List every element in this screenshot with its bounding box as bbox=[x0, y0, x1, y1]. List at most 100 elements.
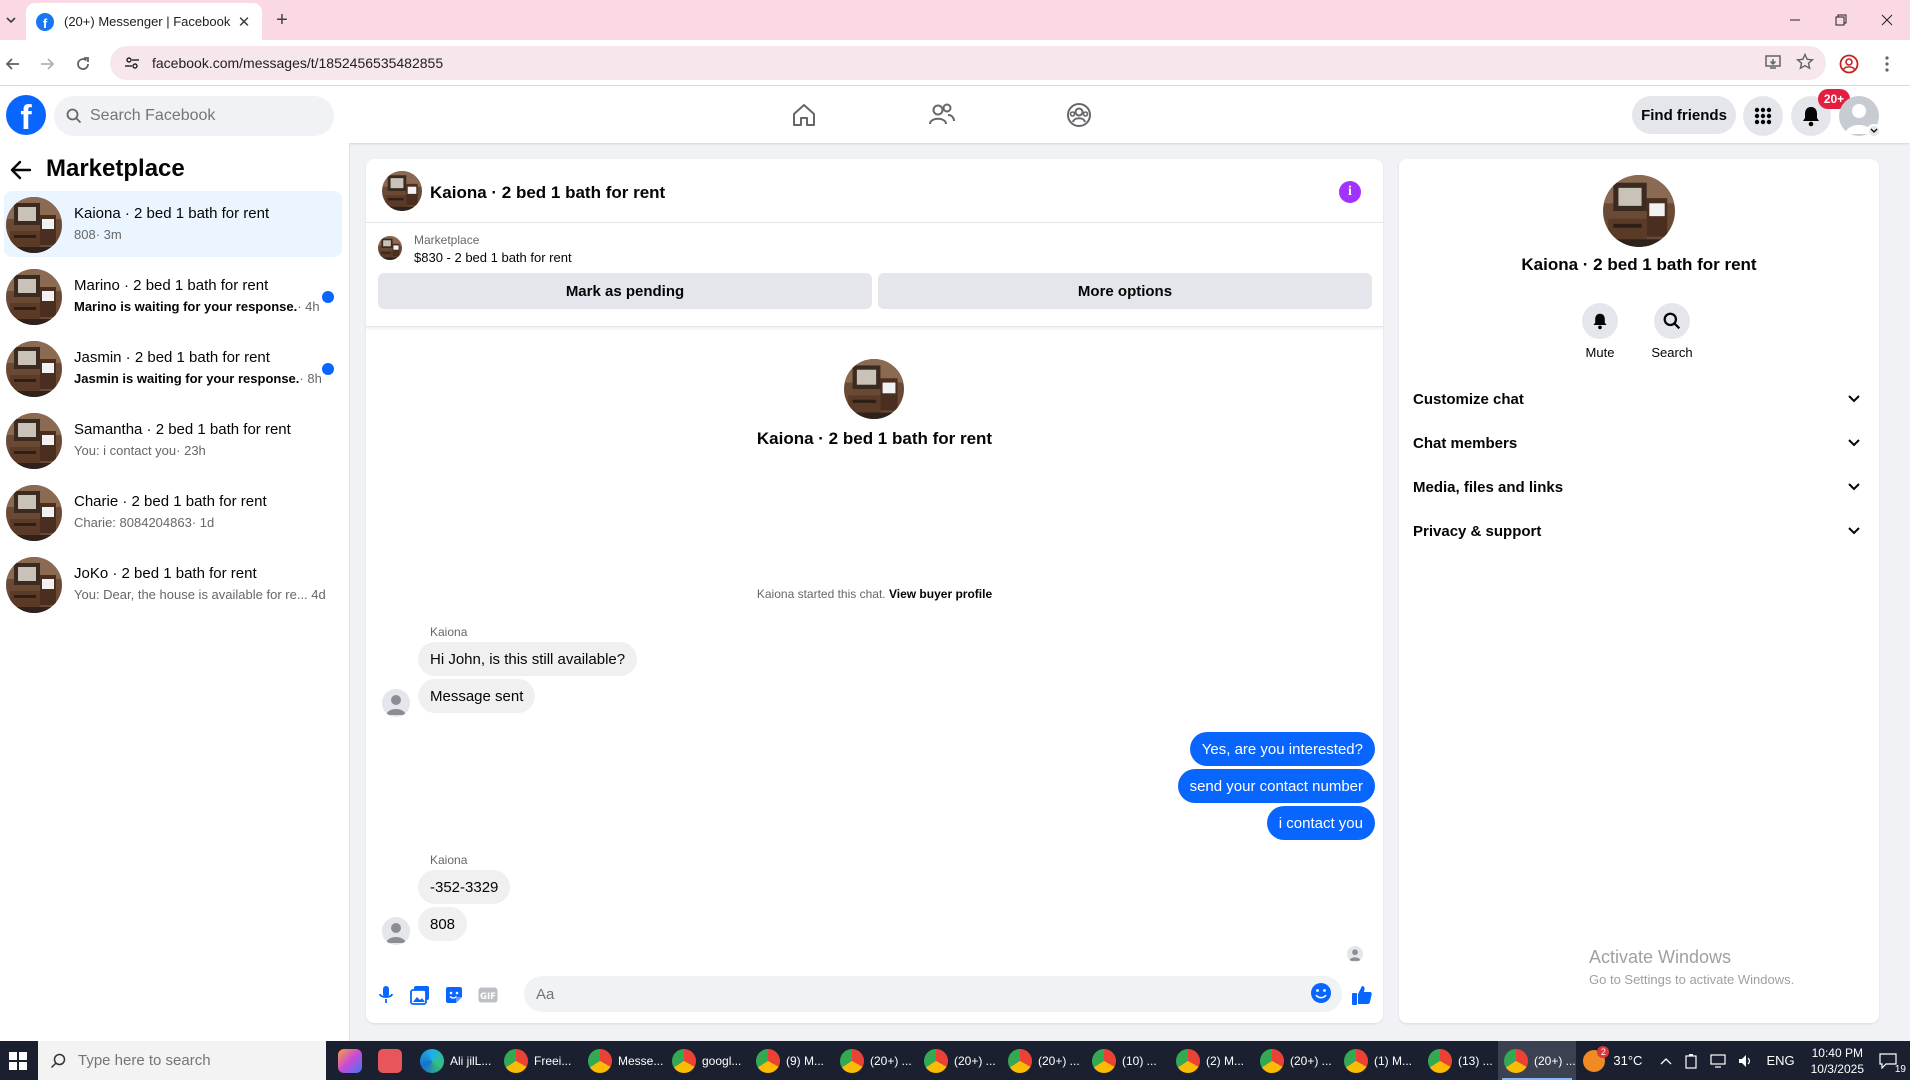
media-files-links-section[interactable]: Media, files and links bbox=[1413, 469, 1865, 505]
network-icon[interactable] bbox=[1710, 1053, 1727, 1068]
outgoing-message[interactable]: i contact you bbox=[1266, 806, 1375, 840]
conversation-item[interactable]: Samantha · 2 bed 1 bath for rent You: i … bbox=[4, 407, 342, 473]
groups-icon[interactable] bbox=[1062, 98, 1096, 132]
mute-button[interactable]: Mute bbox=[1565, 303, 1635, 360]
taskbar-app-chrome[interactable]: (20+) ... bbox=[834, 1041, 912, 1080]
input-language[interactable]: ENG bbox=[1766, 1053, 1794, 1068]
taskbar-app-chrome[interactable]: (2) M... bbox=[1170, 1041, 1248, 1080]
taskbar-search-box[interactable] bbox=[38, 1041, 326, 1080]
reload-icon[interactable] bbox=[70, 51, 96, 77]
chrome-icon bbox=[1092, 1048, 1116, 1073]
account-chevron-down-icon[interactable] bbox=[1867, 124, 1881, 138]
close-window-icon[interactable] bbox=[1864, 0, 1910, 40]
browser-menu-icon[interactable] bbox=[1874, 51, 1900, 77]
chat-members-section[interactable]: Chat members bbox=[1413, 425, 1865, 461]
taskbar-app-chrome[interactable]: (20+) ... bbox=[918, 1041, 996, 1080]
info-icon[interactable]: i bbox=[1339, 181, 1361, 203]
site-settings-icon[interactable] bbox=[124, 55, 140, 71]
install-app-icon[interactable] bbox=[1764, 53, 1782, 71]
new-tab-button[interactable]: + bbox=[270, 8, 294, 32]
chat-header-name[interactable]: Kaiona · 2 bed 1 bath for rent bbox=[430, 183, 665, 203]
outgoing-message[interactable]: send your contact number bbox=[1177, 769, 1375, 803]
listing-price[interactable]: $830 - 2 bed 1 bath for rent bbox=[414, 250, 572, 265]
weather-icon[interactable]: 2 bbox=[1583, 1045, 1610, 1072]
chat-header-avatar[interactable] bbox=[382, 171, 422, 211]
clock[interactable]: 10:40 PM 10/3/2025 bbox=[1811, 1045, 1864, 1077]
taskbar-app-edge[interactable]: Ali jilL... bbox=[414, 1041, 492, 1080]
chat-profile-avatar[interactable] bbox=[844, 359, 904, 419]
conversation-preview: You: Dear, the house is available for re… bbox=[74, 587, 308, 602]
taskbar-app-chrome[interactable]: Messe... bbox=[582, 1041, 663, 1080]
conversation-item[interactable]: Marino · 2 bed 1 bath for rent Marino is… bbox=[4, 263, 342, 329]
taskbar-app-chrome[interactable]: (9) M... bbox=[750, 1041, 828, 1080]
mark-as-pending-button[interactable]: Mark as pending bbox=[378, 273, 872, 309]
sender-avatar[interactable] bbox=[382, 917, 410, 945]
tab-search-icon[interactable] bbox=[0, 8, 22, 32]
taskbar-app-chrome[interactable]: (20+) ... bbox=[1254, 1041, 1332, 1080]
more-options-button[interactable]: More options bbox=[878, 273, 1372, 309]
taskbar-app-chrome[interactable]: (20+) ... bbox=[1002, 1041, 1080, 1080]
weather-badge: 2 bbox=[1597, 1045, 1610, 1058]
show-hidden-icons-chevron-up-icon[interactable] bbox=[1660, 1057, 1672, 1065]
find-friends-button[interactable]: Find friends bbox=[1632, 96, 1736, 134]
taskbar-app-chrome[interactable]: googl... bbox=[666, 1041, 744, 1080]
taskbar-app-label: Freei... bbox=[534, 1053, 572, 1068]
conversation-item[interactable]: JoKo · 2 bed 1 bath for rent You: Dear, … bbox=[4, 551, 342, 617]
gif-icon[interactable]: GIF bbox=[476, 983, 500, 1007]
taskbar-app-chrome[interactable]: (10) ... bbox=[1086, 1041, 1164, 1080]
battery-icon[interactable] bbox=[1684, 1053, 1698, 1069]
conversation-item[interactable]: Charie · 2 bed 1 bath for rent Charie: 8… bbox=[4, 479, 342, 545]
taskbar-search-input[interactable] bbox=[78, 1052, 298, 1069]
copilot-app-icon[interactable] bbox=[334, 1041, 366, 1080]
browser-tab-active[interactable]: f (20+) Messenger | Facebook ✕ bbox=[26, 3, 262, 40]
sender-avatar[interactable] bbox=[382, 689, 410, 717]
restore-window-icon[interactable] bbox=[1818, 0, 1864, 40]
search-conversation-button[interactable]: Search bbox=[1637, 303, 1707, 360]
forward-icon[interactable] bbox=[34, 51, 60, 77]
back-arrow-icon[interactable] bbox=[10, 159, 34, 183]
bookmark-star-icon[interactable] bbox=[1796, 53, 1814, 71]
chevron-down-icon bbox=[1847, 482, 1861, 492]
profile-icon[interactable] bbox=[1836, 51, 1862, 77]
home-icon[interactable] bbox=[787, 98, 821, 132]
listing-thumbnail[interactable] bbox=[378, 236, 402, 260]
friends-icon[interactable] bbox=[925, 98, 959, 132]
browser-toolbar: facebook.com/messages/t/1852456535482855 bbox=[0, 40, 1910, 86]
conversation-item[interactable]: Kaiona · 2 bed 1 bath for rent 808 · 3m bbox=[4, 191, 342, 257]
facebook-logo-icon[interactable]: f bbox=[6, 95, 46, 135]
conversation-name: Kaiona · 2 bed 1 bath for rent bbox=[74, 205, 270, 222]
incoming-message[interactable]: Hi John, is this still available? bbox=[418, 642, 638, 676]
view-buyer-profile-link[interactable]: View buyer profile bbox=[889, 587, 992, 601]
notification-center-icon[interactable]: 19 bbox=[1876, 1049, 1906, 1075]
facebook-search-box[interactable] bbox=[54, 96, 334, 136]
incoming-message[interactable]: 808 bbox=[418, 907, 468, 941]
taskbar-app-label: (13) ... bbox=[1458, 1053, 1493, 1068]
outgoing-message[interactable]: Yes, are you interested? bbox=[1189, 732, 1375, 766]
volume-icon[interactable] bbox=[1738, 1054, 1754, 1068]
incoming-message[interactable]: Message sent bbox=[418, 679, 536, 713]
emoji-icon[interactable] bbox=[1310, 982, 1334, 1006]
photo-attach-icon[interactable] bbox=[408, 983, 432, 1007]
taskbar-app-chrome[interactable]: Freei... bbox=[498, 1041, 576, 1080]
info-avatar[interactable] bbox=[1603, 175, 1675, 247]
windows-start-icon[interactable] bbox=[0, 1041, 36, 1080]
snipping-tool-app-icon[interactable] bbox=[374, 1041, 406, 1080]
minimize-window-icon[interactable] bbox=[1772, 0, 1818, 40]
thumbs-up-icon[interactable] bbox=[1350, 983, 1374, 1007]
sticker-icon[interactable] bbox=[442, 983, 466, 1007]
facebook-search-input[interactable] bbox=[90, 107, 310, 125]
back-icon[interactable] bbox=[0, 51, 26, 77]
taskbar-app-chrome-active[interactable]: (20+) ... bbox=[1498, 1041, 1576, 1080]
incoming-message[interactable]: -352-3329 bbox=[418, 870, 511, 904]
close-tab-icon[interactable]: ✕ bbox=[236, 14, 252, 31]
privacy-support-section[interactable]: Privacy & support bbox=[1413, 513, 1865, 549]
taskbar-app-chrome[interactable]: (13) ... bbox=[1422, 1041, 1500, 1080]
windows-taskbar: Ali jilL... Freei... Messe... googl... (… bbox=[0, 1041, 1910, 1080]
microphone-icon[interactable] bbox=[374, 983, 398, 1007]
address-bar[interactable]: facebook.com/messages/t/1852456535482855 bbox=[110, 46, 1826, 80]
conversation-item[interactable]: Jasmin · 2 bed 1 bath for rent Jasmin is… bbox=[4, 335, 342, 401]
taskbar-app-chrome[interactable]: (1) M... bbox=[1338, 1041, 1416, 1080]
menu-grid-icon[interactable] bbox=[1743, 96, 1783, 136]
customize-chat-section[interactable]: Customize chat bbox=[1413, 381, 1865, 417]
message-input[interactable] bbox=[536, 976, 1296, 1012]
